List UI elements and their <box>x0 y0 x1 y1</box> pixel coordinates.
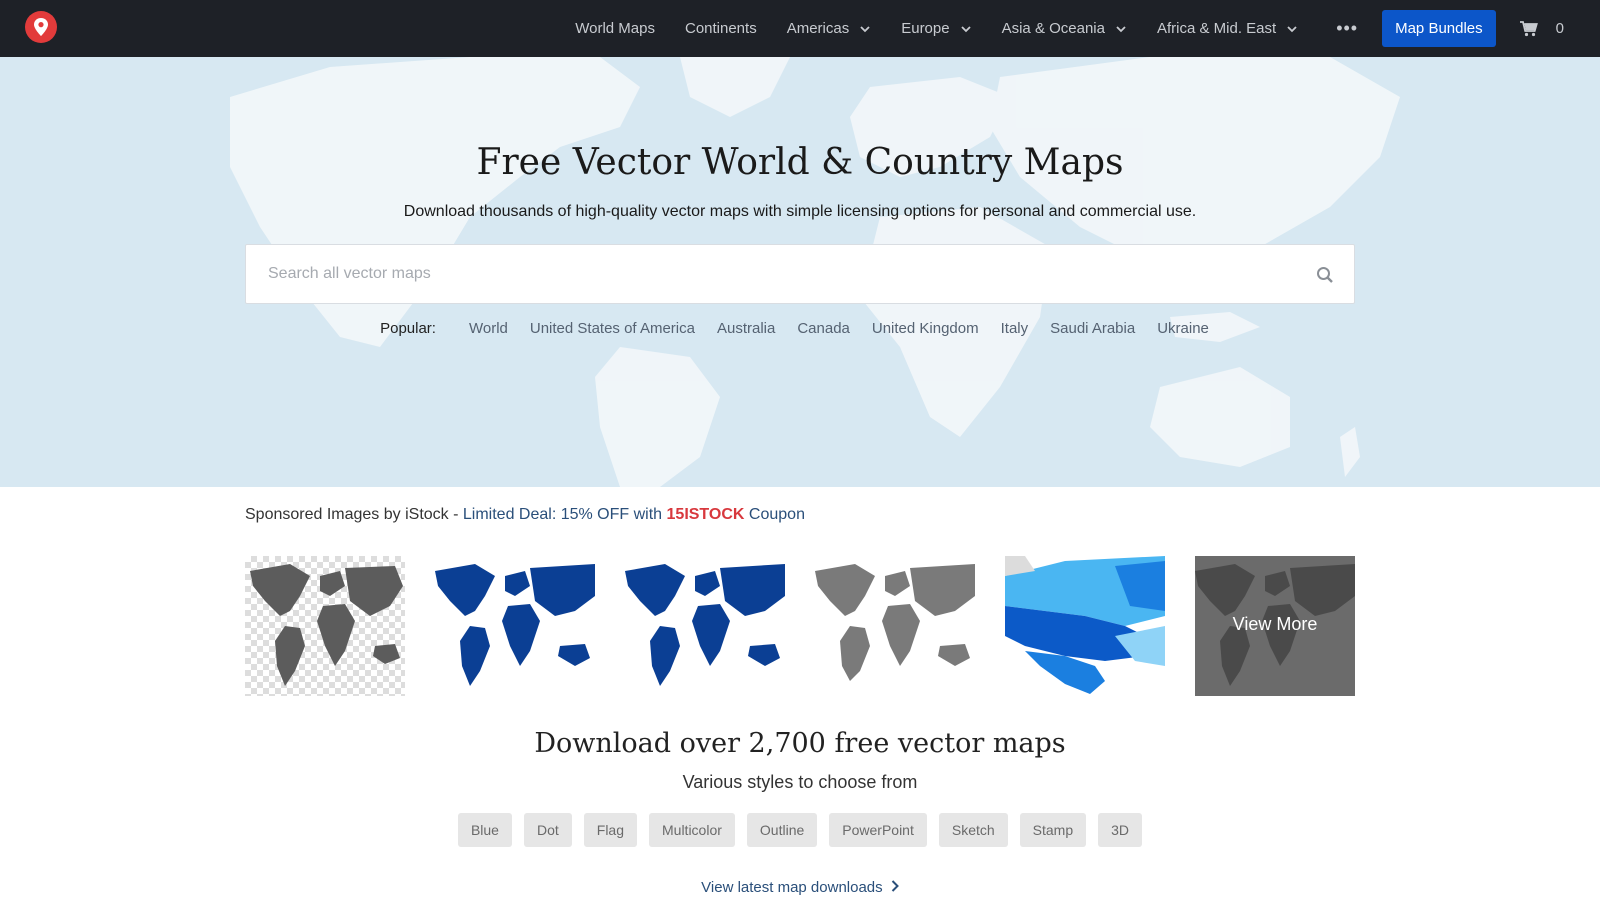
search-input[interactable] <box>268 245 1268 303</box>
download-heading: Download over 2,700 free vector maps <box>534 728 1066 759</box>
nav-asia-oceania[interactable]: Asia & Oceania <box>1002 20 1127 37</box>
sponsored-thumbnail[interactable] <box>815 556 975 696</box>
latest-downloads-label: View latest map downloads <box>701 879 883 896</box>
nav-menu: World Maps Continents Americas Europe As… <box>575 0 1600 57</box>
deal-suffix: Coupon <box>744 506 805 523</box>
popular-link-italy[interactable]: Italy <box>1001 320 1029 337</box>
latest-downloads-link[interactable]: View latest map downloads <box>0 879 1600 896</box>
shopping-cart-icon <box>1519 20 1538 36</box>
map-bundles-button[interactable]: Map Bundles <box>1382 10 1496 47</box>
style-chip-powerpoint[interactable]: PowerPoint <box>829 813 927 847</box>
style-chip-3d[interactable]: 3D <box>1098 813 1143 847</box>
popular-link-australia[interactable]: Australia <box>717 320 775 337</box>
top-navigation: World Maps Continents Americas Europe As… <box>0 0 1600 57</box>
map-pin-icon <box>34 18 48 36</box>
popular-link-world[interactable]: World <box>469 320 508 337</box>
hero-section: Free Vector World & Country Maps Downloa… <box>0 57 1600 487</box>
nav-label: Africa & Mid. East <box>1156 20 1277 37</box>
more-menu-icon[interactable]: ••• <box>1336 18 1358 39</box>
page-title: Free Vector World & Country Maps <box>476 142 1124 183</box>
sponsored-thumbnail[interactable] <box>1005 556 1165 696</box>
view-more-thumbnail[interactable]: View More <box>1195 556 1355 696</box>
sponsored-prefix: Sponsored Images by iStock - <box>245 506 463 523</box>
nav-africa-mideast[interactable]: Africa & Mid. East <box>1157 20 1298 37</box>
cart-button[interactable]: 0 <box>1519 20 1564 37</box>
sponsored-banner: Sponsored Images by iStock - Limited Dea… <box>245 506 805 524</box>
world-map-blue-image <box>625 564 785 686</box>
coupon-code: 15ISTOCK <box>666 506 745 523</box>
nav-americas[interactable]: Americas <box>787 20 872 37</box>
style-chip-sketch[interactable]: Sketch <box>938 813 1008 847</box>
popular-link-usa[interactable]: United States of America <box>530 320 695 337</box>
site-logo[interactable] <box>25 11 57 43</box>
popular-label: Popular: <box>380 320 436 337</box>
style-chip-stamp[interactable]: Stamp <box>1019 813 1087 847</box>
popular-link-uk[interactable]: United Kingdom <box>872 320 979 337</box>
nav-label: Americas <box>786 20 850 37</box>
sponsored-thumbnail[interactable] <box>435 556 595 696</box>
nav-world-maps[interactable]: World Maps <box>575 20 655 37</box>
search-icon[interactable] <box>1316 266 1334 284</box>
sponsored-thumbnail[interactable] <box>245 556 405 696</box>
page-subtitle: Download thousands of high-quality vecto… <box>403 203 1197 220</box>
sponsored-thumbnails: View More <box>245 556 1355 696</box>
chevron-down-icon <box>860 25 870 32</box>
style-chip-outline[interactable]: Outline <box>746 813 818 847</box>
deal-link[interactable]: Limited Deal: 15% OFF with 15ISTOCK Coup… <box>463 506 805 523</box>
world-map-blue-image <box>435 564 595 686</box>
deal-text: Limited Deal: 15% OFF with <box>462 506 667 523</box>
north-america-map-image <box>1005 556 1165 694</box>
nav-label: World Maps <box>575 20 655 37</box>
sponsored-thumbnail[interactable] <box>625 556 785 696</box>
world-map-gray-image <box>250 564 403 686</box>
chevron-down-icon <box>960 25 971 32</box>
view-more-label: View More <box>1232 614 1318 634</box>
style-chip-blue[interactable]: Blue <box>457 813 512 847</box>
search-box <box>245 244 1355 304</box>
popular-link-saudi-arabia[interactable]: Saudi Arabia <box>1050 320 1135 337</box>
style-chip-flag[interactable]: Flag <box>583 813 637 847</box>
style-chip-multicolor[interactable]: Multicolor <box>649 813 735 847</box>
download-subheading: Various styles to choose from <box>682 772 918 792</box>
popular-link-ukraine[interactable]: Ukraine <box>1157 320 1209 337</box>
nav-continents[interactable]: Continents <box>685 20 757 37</box>
nav-label: Continents <box>684 20 757 37</box>
nav-europe[interactable]: Europe <box>901 20 971 37</box>
nav-label: Asia & Oceania <box>1001 20 1105 37</box>
popular-link-canada[interactable]: Canada <box>797 320 850 337</box>
style-chip-dot[interactable]: Dot <box>523 813 572 847</box>
chevron-down-icon <box>1287 25 1297 32</box>
cart-count: 0 <box>1555 20 1564 37</box>
nav-label: Europe <box>901 20 950 37</box>
style-filters: Blue Dot Flag Multicolor Outline PowerPo… <box>0 813 1600 847</box>
chevron-down-icon <box>1116 25 1126 32</box>
chevron-right-icon <box>891 880 899 892</box>
popular-searches: Popular: World United States of America … <box>0 320 1600 337</box>
world-map-gray-image <box>815 564 975 681</box>
